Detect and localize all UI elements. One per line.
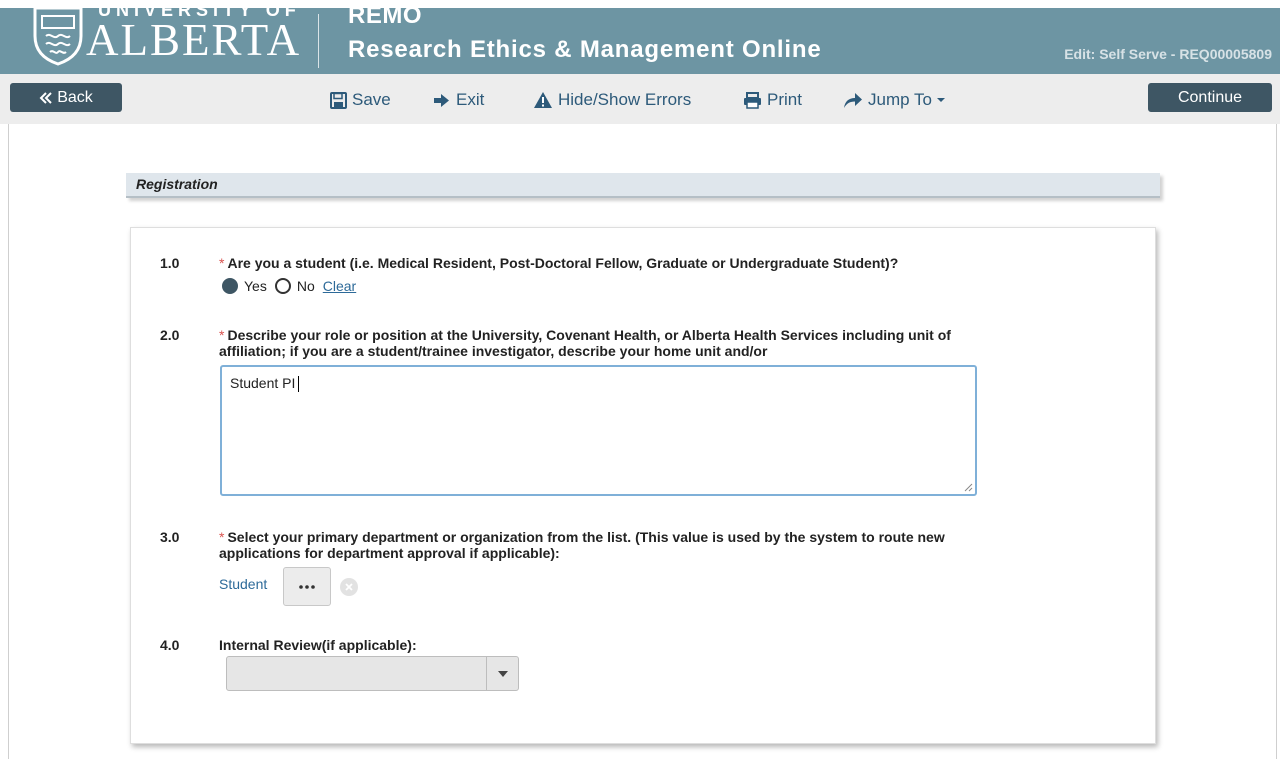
print-label: Print [767,90,802,109]
section-title: Registration [136,176,218,192]
save-label: Save [352,90,391,109]
close-circle-icon [345,583,353,591]
question-2-number: 2.0 [160,327,180,343]
resize-grip-icon[interactable] [963,482,973,492]
required-marker: * [219,529,225,545]
question-4-label: Internal Review(if applicable): [219,637,417,653]
exit-label: Exit [456,90,485,109]
exit-button[interactable]: Exit [433,88,484,112]
clear-link[interactable]: Clear [323,278,356,294]
role-textarea[interactable]: Student PI [220,365,977,496]
warning-triangle-icon [534,92,552,108]
edit-status-label: Edit: Self Serve - REQ00005809 [1064,46,1272,62]
ellipsis-icon [299,584,315,589]
printer-icon [744,91,761,109]
department-value-link[interactable]: Student [219,576,267,592]
university-name: ALBERTA [86,15,302,65]
print-button[interactable]: Print [743,88,802,112]
question-2-label-line1: Describe your role or position at the Un… [227,327,951,343]
question-1-number: 1.0 [160,255,180,271]
caret-down-icon [497,670,508,677]
text-caret [298,376,300,393]
page-right-border [1276,124,1277,759]
select-arrow[interactable] [486,657,518,690]
jump-to-dropdown[interactable]: Jump To [843,88,951,112]
role-textarea-value: Student PI [230,375,296,391]
exit-arrow-icon [434,93,449,107]
question-2-text: * Describe your role or position at the U… [219,327,1119,359]
question-4-number: 4.0 [160,637,180,653]
question-3-label-line2: applications for department approval if … [219,545,560,561]
caret-down-icon [936,98,945,102]
question-1-text: * Are you a student (i.e. Medical Residen… [219,255,898,271]
question-3-label-line1: Select your primary department or organi… [227,529,945,545]
internal-review-select[interactable] [226,656,519,691]
page-left-border [8,124,9,759]
double-chevron-left-icon [39,91,52,104]
crest-icon [33,6,83,66]
save-button[interactable]: Save [330,88,391,112]
app-header: UNIVERSITY OF ALBERTA REMO Research Ethi… [0,0,1280,74]
hide-show-errors-button[interactable]: Hide/Show Errors [533,88,691,112]
section-header: Registration [126,173,1160,198]
question-3-number: 3.0 [160,529,180,545]
radio-no[interactable] [274,278,291,294]
back-button[interactable]: Back [10,83,122,112]
share-arrow-icon [844,92,862,108]
question-2-label-line2: affiliation; if you are a student/traine… [219,343,768,359]
question-1-label: Are you a student (i.e. Medical Resident… [227,255,899,271]
header-divider [318,14,319,68]
radio-yes[interactable] [222,278,238,294]
radio-no-label[interactable]: No [297,278,315,294]
department-lookup-button[interactable] [283,567,331,606]
continue-button[interactable]: Continue [1148,83,1272,112]
back-label: Back [57,88,93,106]
required-marker: * [219,327,225,343]
department-clear-button[interactable] [340,578,358,596]
floppy-disk-icon [330,91,347,109]
university-logo: UNIVERSITY OF ALBERTA [20,0,320,74]
continue-label: Continue [1177,88,1243,106]
toolbar: Back Save Exit Hide/Show Errors Print Ju… [0,74,1280,124]
question-3-text: * Select your primary department or organ… [219,529,1119,561]
radio-yes-label[interactable]: Yes [244,278,267,294]
jump-to-label: Jump To [868,90,932,109]
required-marker: * [219,255,225,271]
errors-label: Hide/Show Errors [558,90,692,109]
student-radio-group: Yes No Clear [222,276,356,296]
app-title: Research Ethics & Management Online [348,36,822,63]
app-short-name: REMO [348,2,422,29]
